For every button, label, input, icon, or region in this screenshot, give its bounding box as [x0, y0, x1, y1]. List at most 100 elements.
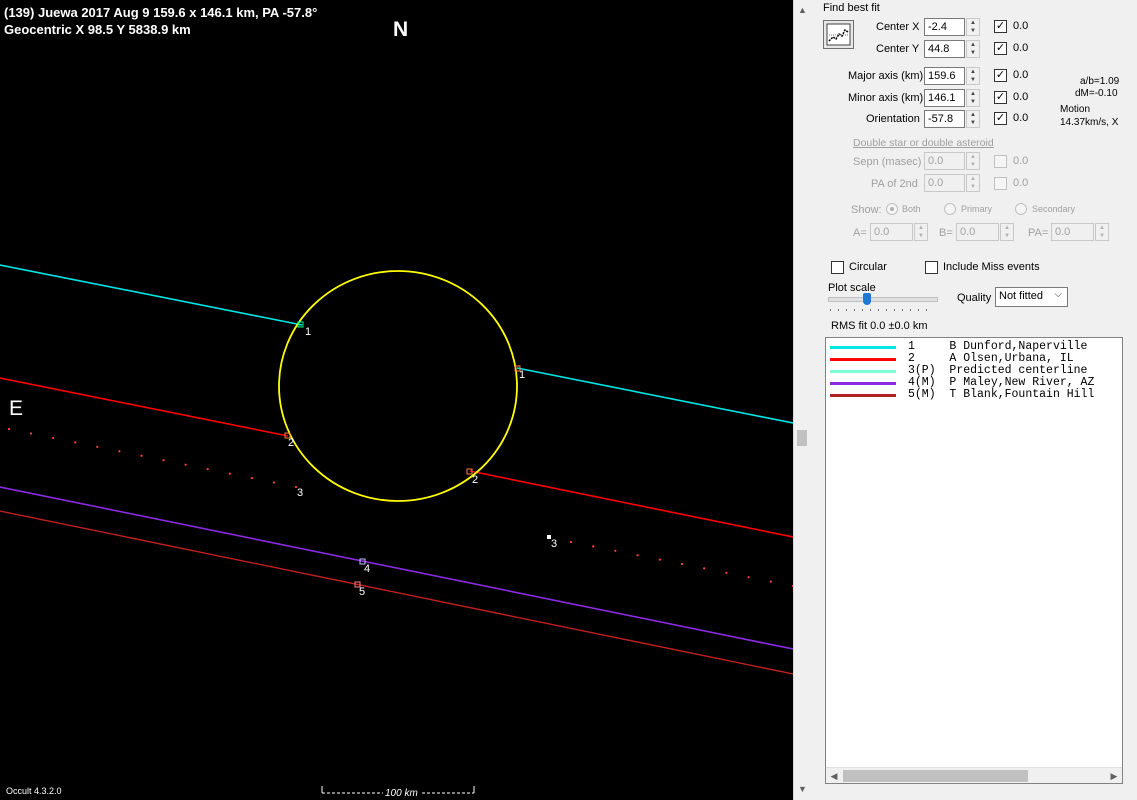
chord-3-dot — [184, 463, 187, 466]
major-axis-checkbox[interactable]: ✓ — [994, 69, 1007, 82]
minor-axis-spinner[interactable]: ▲ ▼ — [966, 89, 980, 107]
minor-axis-fit: 0.0 — [1013, 91, 1029, 103]
scroll-left-icon[interactable]: ◀ — [826, 768, 842, 783]
rms-fit-label: RMS fit 0.0 ±0.0 km — [831, 320, 928, 332]
include-miss-checkbox[interactable] — [925, 261, 938, 274]
chord-label-2-in: 2 — [288, 437, 295, 449]
circular-checkbox[interactable] — [831, 261, 844, 274]
pa-2nd-checkbox[interactable] — [994, 177, 1007, 190]
show-label: Show: — [851, 204, 882, 216]
scroll-down-icon[interactable]: ▼ — [794, 781, 811, 798]
pa-2nd-spinner[interactable]: ▲ ▼ — [966, 174, 980, 192]
chord-4 — [0, 486, 793, 650]
show-both-label: Both — [902, 204, 921, 214]
slider-ticks — [830, 309, 934, 311]
best-fit-button[interactable] — [823, 20, 854, 49]
minor-axis-input[interactable] — [924, 89, 965, 107]
chart-fit-icon — [826, 23, 851, 46]
show-both-radio[interactable] — [886, 203, 898, 215]
orientation-input[interactable] — [924, 110, 965, 128]
center-y-input[interactable] — [924, 40, 965, 58]
orientation-spinner[interactable]: ▲ ▼ — [966, 110, 980, 128]
pa-label: PA= — [1028, 227, 1049, 239]
quality-value: Not fitted — [999, 290, 1044, 302]
orientation-checkbox[interactable]: ✓ — [994, 112, 1007, 125]
major-axis-spinner[interactable]: ▲ ▼ — [966, 67, 980, 85]
chevron-down-icon: ⌵ — [1054, 289, 1062, 300]
fit-panel: Find best fit Center X ▲▼ ✓ 0.0 Center Y… — [811, 0, 1137, 800]
circular-label: Circular — [849, 261, 887, 273]
a-label: A= — [853, 227, 867, 239]
list-horizontal-scrollbar[interactable]: ◀ ▶ — [826, 767, 1122, 783]
chord-3-dot — [29, 432, 33, 435]
pa-spinner[interactable]: ▲ ▼ — [1095, 223, 1109, 241]
sepn-checkbox[interactable] — [994, 155, 1007, 168]
minor-axis-label: Minor axis (km) — [848, 92, 924, 104]
b-input[interactable] — [956, 223, 999, 241]
list-item[interactable]: 5(M) T Blank,Fountain Hill — [830, 388, 1122, 401]
b-label: B= — [939, 227, 953, 239]
scrollbar-thumb[interactable] — [797, 430, 807, 446]
east-label: E — [9, 397, 24, 420]
quality-select[interactable]: Not fitted ⌵ — [995, 287, 1068, 307]
include-miss-label: Include Miss events — [943, 261, 1040, 273]
orientation-fit: 0.0 — [1013, 112, 1029, 124]
scrollbar-thumb[interactable] — [843, 770, 1028, 782]
slider-thumb[interactable] — [863, 293, 871, 305]
chord-3-dot — [118, 450, 121, 453]
chord-label-3-in: 3 — [297, 487, 304, 499]
chord-3-dot — [747, 576, 750, 579]
sepn-label: Sepn (masec) — [853, 156, 922, 168]
major-axis-fit: 0.0 — [1013, 69, 1029, 81]
a-spinner[interactable]: ▲ ▼ — [914, 223, 928, 241]
center-y-checkbox[interactable]: ✓ — [994, 42, 1007, 55]
slider-track — [828, 297, 938, 302]
chord-3-dot — [614, 549, 617, 552]
ratio-ab: a/b=1.09 — [1080, 76, 1120, 87]
plot-vertical-scrollbar[interactable]: ▲ ▼ — [793, 0, 811, 800]
plot-scale-slider[interactable] — [828, 293, 938, 313]
b-spinner[interactable]: ▲ ▼ — [1000, 223, 1014, 241]
observer-list[interactable]: 1 B Dunford,Naperville 2 A Olsen,Urbana, … — [825, 337, 1123, 784]
scroll-right-icon[interactable]: ▶ — [1106, 768, 1122, 783]
sepn-input[interactable] — [924, 152, 965, 170]
sepn-spinner[interactable]: ▲ ▼ — [966, 152, 980, 170]
scroll-up-icon[interactable]: ▲ — [794, 2, 811, 19]
pa-2nd-input[interactable] — [924, 174, 965, 192]
show-secondary-radio[interactable] — [1015, 203, 1027, 215]
show-secondary-label: Secondary — [1032, 204, 1076, 214]
chord-label-1-in: 1 — [305, 326, 312, 338]
center-x-label: Center X — [876, 21, 920, 33]
minor-axis-checkbox[interactable]: ✓ — [994, 91, 1007, 104]
observer-name: T Blank,Fountain Hill — [949, 388, 1095, 401]
observer-color-swatch — [830, 358, 896, 361]
quality-label: Quality — [957, 292, 992, 304]
center-x-spinner[interactable]: ▲ ▼ — [966, 18, 980, 36]
center-x-checkbox[interactable]: ✓ — [994, 20, 1007, 33]
pa-2nd-label: PA of 2nd — [871, 178, 918, 190]
chord-label-3-out: 3 — [551, 538, 558, 550]
show-primary-radio[interactable] — [944, 203, 956, 215]
pa-input[interactable] — [1051, 223, 1094, 241]
center-x-fit: 0.0 — [1013, 20, 1029, 32]
center-x-input[interactable] — [924, 18, 965, 36]
chord-3-dot — [162, 459, 165, 462]
observer-color-swatch — [830, 394, 896, 397]
double-star-link[interactable]: Double star or double asteroid — [853, 137, 994, 149]
show-primary-label: Primary — [961, 204, 992, 214]
chord-3-dot — [569, 540, 573, 544]
chord-2-west — [0, 377, 289, 437]
chord-3-dot — [769, 580, 772, 583]
north-label: N — [393, 18, 409, 41]
motion-value: 14.37km/s, X — [1060, 117, 1119, 128]
a-input[interactable] — [870, 223, 913, 241]
version-label: Occult 4.3.2.0 — [6, 786, 62, 796]
major-axis-input[interactable] — [924, 67, 965, 85]
observer-color-swatch — [830, 370, 896, 373]
center-y-spinner[interactable]: ▲ ▼ — [966, 40, 980, 58]
plot-canvas — [0, 264, 793, 794]
chord-3-dot — [7, 427, 11, 431]
asteroid-profile-ellipse — [278, 270, 518, 502]
occultation-plot[interactable]: (139) Juewa 2017 Aug 9 159.6 x 146.1 km,… — [0, 0, 793, 800]
chord-2-east — [469, 470, 793, 538]
